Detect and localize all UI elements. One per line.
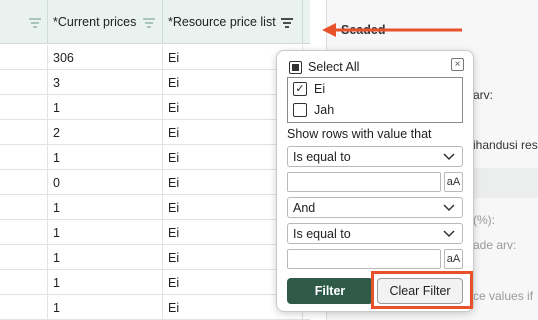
table-row[interactable]: 1 Ei xyxy=(0,95,310,120)
highlight-box xyxy=(371,271,473,309)
chevron-down-icon xyxy=(443,230,455,238)
select-all-checkbox[interactable] xyxy=(289,60,302,74)
table-row[interactable]: 1 Ei xyxy=(0,145,310,170)
table-row[interactable]: 1 Ei xyxy=(0,245,310,270)
column-header-1[interactable] xyxy=(0,0,48,44)
column-header-resource-price-list[interactable]: *Resource price list xyxy=(163,0,303,44)
table-row[interactable]: 2 Ei xyxy=(0,120,310,145)
table-cell[interactable]: 1 xyxy=(48,220,163,245)
table-row[interactable]: 1 Ei xyxy=(0,195,310,220)
column-header-label: *Current prices xyxy=(53,15,137,29)
table-row[interactable]: 1 Ei xyxy=(0,270,310,295)
filter-button[interactable]: Filter xyxy=(287,278,373,304)
chevron-down-icon xyxy=(443,204,455,212)
filter-value-item[interactable]: Jah xyxy=(293,103,334,117)
active-filter-icon[interactable] xyxy=(281,18,293,28)
table-row[interactable]: 0 Ei xyxy=(0,170,310,195)
grid-header: *Current prices *Resource price list xyxy=(0,0,310,44)
filter-value-input-1[interactable] xyxy=(287,172,441,192)
filter-value-item[interactable]: ✓ Ei xyxy=(293,82,325,96)
grid-body: 306 Ei 3 Ei 1 Ei 2 Ei 1 Ei 0 Ei 1 Ei 1 Ei 1 Ei 1 Ei 1 Ei xyxy=(0,45,310,320)
table-cell[interactable] xyxy=(0,70,48,95)
condition-select-value: Is equal to xyxy=(293,226,351,241)
join-operator-value: And xyxy=(293,200,316,215)
table-cell[interactable] xyxy=(0,145,48,170)
match-case-button-1[interactable]: aA xyxy=(444,172,463,192)
table-row[interactable]: 1 Ei xyxy=(0,220,310,245)
column-header-label: *Resource price list xyxy=(168,15,276,29)
filter-value-input-2[interactable] xyxy=(287,249,441,269)
condition-select-1[interactable]: Is equal to xyxy=(287,146,463,167)
join-operator-select[interactable]: And xyxy=(287,197,463,218)
table-cell[interactable] xyxy=(0,295,48,320)
panel-label: (%): xyxy=(473,213,495,227)
table-cell[interactable]: 1 xyxy=(48,270,163,295)
table-cell[interactable] xyxy=(0,95,48,120)
show-rows-label: Show rows with value that xyxy=(287,127,432,141)
table-cell[interactable] xyxy=(0,245,48,270)
table-cell[interactable]: 3 xyxy=(48,70,163,95)
select-all-row[interactable]: Select All xyxy=(289,60,359,74)
condition-select-value: Is equal to xyxy=(293,149,351,164)
filter-value-label: Ei xyxy=(314,82,326,96)
table-row[interactable]: 1 Ei xyxy=(0,295,310,320)
condition-select-2[interactable]: Is equal to xyxy=(287,223,463,244)
close-icon[interactable]: × xyxy=(451,58,464,71)
table-row[interactable]: 3 Ei xyxy=(0,70,310,95)
value-checkbox[interactable] xyxy=(293,103,307,117)
check-icon[interactable]: ✓ xyxy=(293,82,307,96)
table-cell[interactable] xyxy=(0,120,48,145)
filter-icon[interactable] xyxy=(29,18,41,28)
annotation-arrow xyxy=(322,23,462,37)
panel-label: arv: xyxy=(473,88,494,102)
table-cell[interactable]: 1 xyxy=(48,145,163,170)
table-cell[interactable]: 1 xyxy=(48,245,163,270)
data-grid: *Current prices *Resource price list 306… xyxy=(0,0,310,320)
filter-value-label: Jah xyxy=(314,103,335,117)
filter-icon[interactable] xyxy=(143,18,155,28)
chevron-down-icon xyxy=(443,153,455,161)
table-cell[interactable]: 306 xyxy=(48,45,163,70)
table-row[interactable]: 306 Ei xyxy=(0,45,310,70)
table-cell[interactable]: 2 xyxy=(48,120,163,145)
table-cell[interactable] xyxy=(0,195,48,220)
table-cell[interactable]: 0 xyxy=(48,170,163,195)
match-case-button-2[interactable]: aA xyxy=(444,249,463,269)
panel-label: ce values if xyxy=(473,289,534,303)
table-cell[interactable]: 1 xyxy=(48,195,163,220)
table-cell[interactable] xyxy=(0,270,48,295)
table-cell[interactable] xyxy=(0,45,48,70)
table-cell[interactable]: 1 xyxy=(48,95,163,120)
table-cell[interactable] xyxy=(0,220,48,245)
panel-label: ade arv: xyxy=(473,238,517,252)
select-all-label: Select All xyxy=(308,60,360,74)
filter-values-list: ✓ Ei Jah xyxy=(287,77,463,123)
column-header-current-prices[interactable]: *Current prices xyxy=(48,0,163,44)
table-cell[interactable]: 1 xyxy=(48,295,163,320)
panel-label: ihandusi res xyxy=(473,138,538,152)
table-cell[interactable] xyxy=(0,170,48,195)
